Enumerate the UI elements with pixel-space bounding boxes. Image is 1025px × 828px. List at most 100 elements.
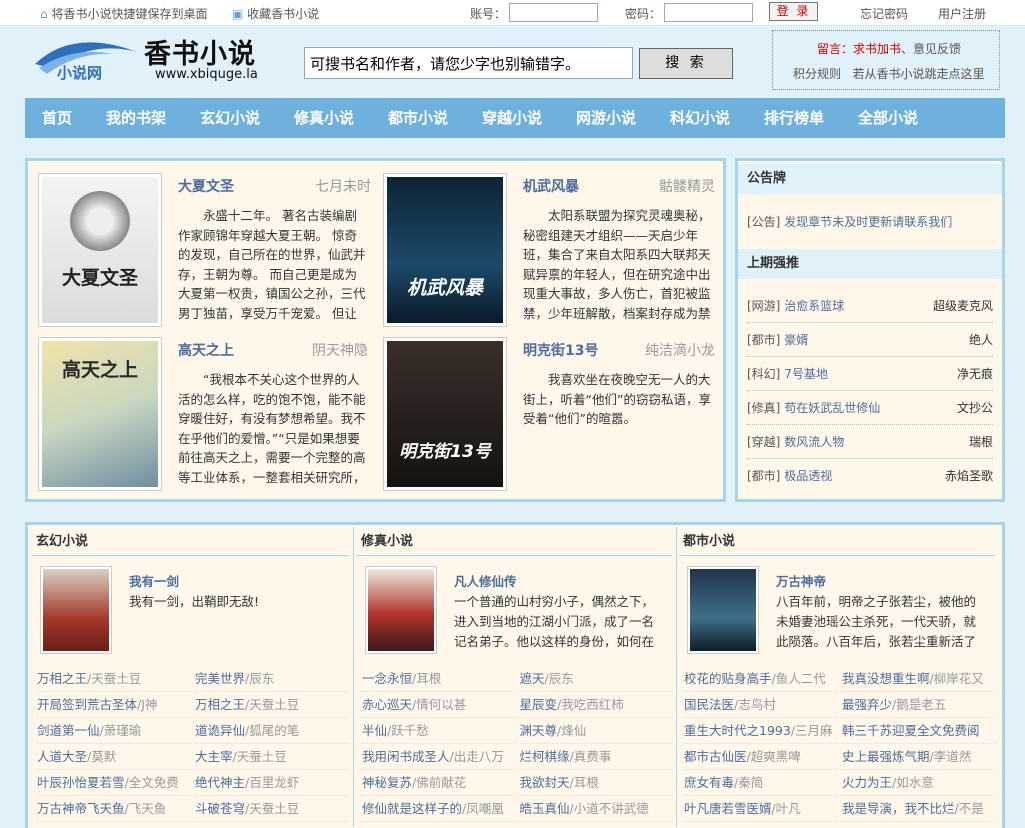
book-title[interactable]: 机武风暴 [523, 176, 579, 196]
top-book-title[interactable]: 万古神帝 [776, 571, 826, 590]
book-intro: “我根本不关心这个世界的人活的怎么样，吃的饱不饱，能不能穿暖住好，有没有梦想希望… [178, 372, 366, 485]
book-list-item[interactable]: 星辰变/我吃西红柿 [519, 692, 673, 718]
book-list-item[interactable]: 万古神帝飞天鱼/飞天鱼 [37, 796, 191, 822]
book-list-item[interactable]: 火力为王/如水意 [842, 770, 996, 796]
book-list-item[interactable]: 庶女有毒/秦简 [684, 770, 838, 796]
search-button[interactable]: 搜 索 [639, 48, 733, 79]
request-book-link[interactable]: 求书加书 [853, 42, 901, 56]
book-list-item[interactable]: 修仙就是这样子的/凤嘲凰 [362, 796, 516, 822]
book-list-item[interactable]: 道诡异仙/狐尾的笔 [195, 718, 349, 744]
nav-wangyou[interactable]: 网游小说 [576, 98, 636, 138]
book-list-item[interactable]: 最强弃少/鹅是老五 [842, 692, 996, 718]
category-title[interactable]: 修真小说 [357, 527, 672, 556]
book-author: 阴天神隐 [312, 343, 368, 359]
book-list-item[interactable]: 开局签到荒古圣体/J神 [37, 692, 191, 718]
book-author: 纯洁滴小龙 [645, 343, 715, 359]
recommend-row[interactable]: [穿越] 数风流人物 瑞根 [747, 425, 993, 459]
book-list-item[interactable]: 万相之王/天蚕土豆 [195, 692, 349, 718]
book-list-item[interactable]: 叶辰孙怡夏若雪/全文免费 [37, 770, 191, 796]
forgot-password-link[interactable]: 忘记密码 [860, 5, 908, 22]
home-icon: ⌂ [40, 7, 48, 21]
book-list-item[interactable]: 大主宰/天蚕土豆 [195, 744, 349, 770]
announcement[interactable]: [公告] 发现章节未及时更新请联系我们 [747, 213, 952, 230]
book-list-item[interactable]: 渊天尊/烽仙 [519, 718, 673, 744]
password-input[interactable] [664, 3, 753, 22]
account-label: 账号： [470, 7, 507, 21]
book-list-item[interactable]: 万相之王/天蚕土豆 [37, 666, 191, 692]
recommend-row[interactable]: [都市] 豪婿 绝人 [747, 323, 993, 357]
nav-all[interactable]: 全部小说 [858, 98, 918, 138]
book-list-item[interactable]: 遮天/辰东 [519, 666, 673, 692]
book-list-item[interactable]: 我真没想重生啊/柳岸花又 [842, 666, 996, 692]
featured-panel: 大夏文圣 大夏文圣 七月未时 永盛十二年。 著名古装编剧作家顾锦年穿越大夏王朝。… [25, 158, 726, 502]
book-intro: 我喜欢坐在夜晚空无一人的大街上，听着“他们”的窃窃私语，享受着“他们”的暄嚣。 [523, 372, 711, 426]
book-cover[interactable]: 机武风暴 [383, 173, 507, 327]
save-shortcut-link[interactable]: ⌂ 将香书小说快捷键保存到桌面 [40, 5, 207, 22]
top-book-intro: 一个普通的山村穷小子，偶然之下，进入到当地的江湖小门派，成了一名记名弟子。他以这… [454, 594, 655, 649]
book-list-item[interactable]: 神秘复苏/佛前献花 [362, 770, 516, 796]
register-link[interactable]: 用户注册 [938, 5, 986, 22]
cover-image [43, 569, 109, 651]
nav-bookshelf[interactable]: 我的书架 [106, 98, 166, 138]
site-name: 香书小说 [144, 39, 256, 70]
nav-ranking[interactable]: 排行榜单 [764, 98, 824, 138]
book-list-item[interactable]: 我用闲书成圣人/出走八万 [362, 744, 516, 770]
book-list-item[interactable]: 烂柯棋缘/真费事 [519, 744, 673, 770]
nav-kehuan[interactable]: 科幻小说 [670, 98, 730, 138]
book-author: 骷髅精灵 [659, 179, 715, 195]
book-list-item[interactable]: 剑道第一仙/萧瑾瑜 [37, 718, 191, 744]
book-cover[interactable]: 明克街13号 [383, 337, 507, 491]
book-cover[interactable] [687, 566, 759, 654]
top-book-title[interactable]: 我有一剑 [129, 571, 179, 590]
recommend-row[interactable]: [修真] 苟在妖武乱世修仙 文抄公 [747, 391, 993, 425]
nav-dushi[interactable]: 都市小说 [388, 98, 448, 138]
recommend-row[interactable]: [科幻] 7号基地 净无痕 [747, 357, 993, 391]
book-cover[interactable]: 高天之上 [38, 337, 162, 491]
book-list-item[interactable]: 斗破苍穹/天蚕土豆 [195, 796, 349, 822]
book-title[interactable]: 大夏文圣 [178, 176, 234, 196]
book-list-item[interactable]: 半仙/跃千愁 [362, 718, 516, 744]
site-logo[interactable]: 小说网 香书小说 www.xbiquge.la [33, 34, 273, 86]
book-list-item[interactable]: 皓玉真仙/小道不讲武德 [519, 796, 673, 822]
nav-xuanhuan[interactable]: 玄幻小说 [200, 98, 260, 138]
book-list-item[interactable]: 我欲封天/耳根 [519, 770, 673, 796]
notice-box: 留言：求书加书、意见反馈 积分规则 若从香书小说跳走点这里 [772, 30, 1000, 90]
category-title[interactable]: 玄幻小说 [32, 527, 348, 556]
book-list-item[interactable]: 完美世界/辰东 [195, 666, 349, 692]
recommend-row[interactable]: [网游] 治愈系篮球 超级麦克风 [747, 289, 993, 323]
book-list-item[interactable]: 校花的贴身高手/鱼人二代 [684, 666, 838, 692]
bookmark-link[interactable]: ▣ 收藏香书小说 [232, 5, 319, 22]
recommend-row[interactable]: [都市] 极品透视 赤焰圣歌 [747, 459, 993, 493]
search-input[interactable]: 可搜书名和作者，请您少字也别输错字。 [304, 47, 633, 79]
nav-xiuzhen[interactable]: 修真小说 [294, 98, 354, 138]
book-list-item[interactable]: 重生大时代之1993/三月麻 [684, 718, 838, 744]
book-cover[interactable] [365, 566, 437, 654]
account-input[interactable] [509, 3, 598, 22]
redirect-link[interactable]: 若从香书小说跳走点这里 [852, 67, 984, 81]
login-button[interactable]: 登 录 [769, 2, 818, 21]
top-book-title[interactable]: 凡人修仙传 [454, 571, 517, 590]
book-list-item[interactable]: 叶凡唐若雪医婿/叶凡 [684, 796, 838, 822]
book-title[interactable]: 明克街13号 [523, 340, 598, 360]
nav-chuanyue[interactable]: 穿越小说 [482, 98, 542, 138]
book-list-item[interactable]: 都市古仙医/超爽黑啤 [684, 744, 838, 770]
category-title[interactable]: 都市小说 [679, 527, 995, 556]
book-cover[interactable]: 大夏文圣 [38, 173, 162, 327]
top-book-intro: 我有一剑，出鞘即无敌! [129, 594, 260, 609]
points-rules-link[interactable]: 积分规则 [793, 67, 841, 81]
password-label: 密码： [625, 7, 662, 21]
book-list-item[interactable]: 国民法医/志鸟村 [684, 692, 838, 718]
book-cover[interactable] [40, 566, 112, 654]
book-title[interactable]: 高天之上 [178, 340, 234, 360]
book-list-item[interactable]: 韩三千苏迎夏全文免费阅 [842, 718, 996, 744]
book-list-item[interactable]: 绝代神主/百里龙虾 [195, 770, 349, 796]
nav-home[interactable]: 首页 [42, 98, 72, 138]
book-list-item[interactable]: 赤心巡天/情何以甚 [362, 692, 516, 718]
book-list-item[interactable]: 一念永恒/耳根 [362, 666, 516, 692]
main-nav: 首页 我的书架 玄幻小说 修真小说 都市小说 穿越小说 网游小说 科幻小说 排行… [25, 98, 1005, 138]
feedback-link[interactable]: 意见反馈 [913, 42, 961, 56]
book-list-item[interactable]: 人道大圣/莫默 [37, 744, 191, 770]
book-list-item[interactable]: 史上最强炼气期/李道然 [842, 744, 996, 770]
book-list-item[interactable]: 我是导演，我不比烂/不是 [842, 796, 996, 822]
cover-image [368, 569, 434, 651]
